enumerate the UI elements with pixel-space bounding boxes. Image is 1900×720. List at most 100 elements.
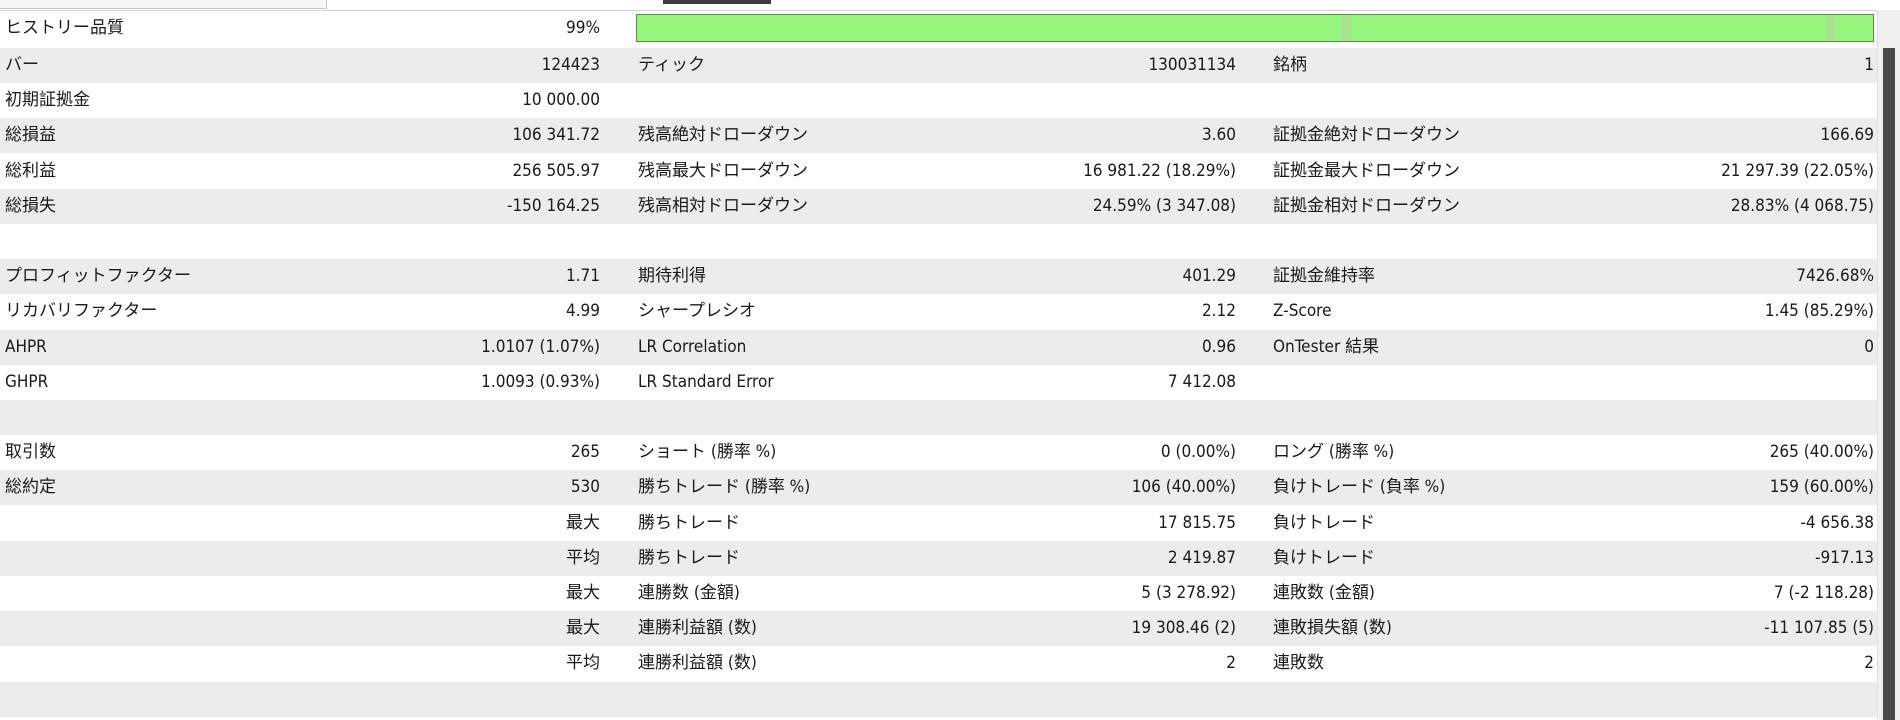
table-row: 最大 連勝数 (金額) 5 (3 278.92) 連敗数 (金額) 7 (-2 118.… <box>0 576 1878 611</box>
stat-label: 残高相対ドローダウン <box>638 196 808 216</box>
stat-value: 2 <box>1226 653 1236 673</box>
table-row: 最大 連勝利益額 (数) 19 308.46 (2) 連敗損失額 (数) -11 107… <box>0 611 1878 646</box>
stat-value: 7426.68% <box>1796 266 1874 286</box>
stat-label: 連勝数 (金額) <box>638 583 740 603</box>
stat-value <box>1036 83 1236 118</box>
stat-value: 401.29 <box>1182 266 1237 286</box>
stat-value <box>380 400 600 435</box>
table-row: 総損失 -150 164.25 残高相対ドローダウン 24.59% (3 347.08… <box>0 189 1878 224</box>
stat-value <box>1036 682 1236 717</box>
stat-value: 2 <box>1864 653 1874 673</box>
stat-label: リカバリファクター <box>5 301 158 321</box>
stat-value <box>380 224 600 259</box>
stat-value <box>1610 83 1874 118</box>
stat-label: 総損失 <box>5 196 56 216</box>
stat-value: 0 (0.00%) <box>1160 442 1236 462</box>
stat-value <box>380 682 600 717</box>
stat-value: 265 (40.00%) <box>1769 442 1874 462</box>
stat-value: 530 <box>570 477 600 497</box>
stat-value: 3.60 <box>1201 125 1236 145</box>
stat-label <box>5 682 405 717</box>
table-row <box>0 682 1878 717</box>
stat-value: 平均 <box>566 653 600 673</box>
stat-value: -4 656.38 <box>1800 513 1874 533</box>
stat-value: 166.69 <box>1820 125 1875 145</box>
stat-value: 2 419.87 <box>1167 548 1236 568</box>
tester-report-window: ヒストリー品質 99% バー 124423 ティック 130031134 銘柄 1 初期証拠… <box>0 0 1900 720</box>
stat-label: 取引数 <box>5 442 56 462</box>
stat-value: 17 815.75 <box>1158 513 1236 533</box>
stat-label <box>638 682 1098 717</box>
vertical-scrollbar[interactable] <box>1877 10 1900 720</box>
stat-label: 総約定 <box>5 477 56 497</box>
table-row <box>0 400 1878 435</box>
stat-value: 平均 <box>566 548 600 568</box>
stat-label <box>5 400 405 435</box>
stat-label: シャープレシオ <box>638 301 756 321</box>
stat-label <box>5 646 405 681</box>
stat-value: 265 <box>570 442 600 462</box>
table-row: 最大 勝ちトレード 17 815.75 負けトレード -4 656.38 <box>0 506 1878 541</box>
stat-label: GHPR <box>5 372 49 392</box>
tab-active-indicator[interactable] <box>663 0 771 4</box>
stat-value <box>1036 224 1236 259</box>
stat-label: 残高最大ドローダウン <box>638 161 808 181</box>
history-quality-bar <box>636 14 1874 42</box>
history-quality-value: 99% <box>566 18 600 38</box>
stat-value: 7 (-2 118.28) <box>1773 583 1874 603</box>
history-quality-label: ヒストリー品質 <box>5 18 124 38</box>
stat-value: 159 (60.00%) <box>1769 477 1874 497</box>
stat-value: 1.71 <box>565 266 600 286</box>
stat-value: 1.0093 (0.93%) <box>481 372 600 392</box>
stat-label <box>638 224 1098 259</box>
stat-value: 最大 <box>566 618 600 638</box>
stat-value: 10 000.00 <box>522 90 600 110</box>
stat-value: 5 (3 278.92) <box>1141 583 1236 603</box>
stat-label: 勝ちトレード (勝率 %) <box>638 477 811 497</box>
table-row: 平均 連勝利益額 (数) 2 連敗数 2 <box>0 646 1878 681</box>
quality-bar-tick <box>1825 15 1835 41</box>
table-row: プロフィットファクター 1.71 期待利得 401.29 証拠金維持率 7426.68% <box>0 259 1878 294</box>
stat-label: 総利益 <box>5 161 56 181</box>
stat-label <box>5 611 405 646</box>
stat-value: 106 341.72 <box>512 125 600 145</box>
stat-label <box>638 400 1098 435</box>
stat-value: 1.0107 (1.07%) <box>481 337 600 357</box>
table-row: 初期証拠金 10 000.00 <box>0 83 1878 118</box>
stat-value: 0 <box>1864 337 1874 357</box>
stat-label <box>5 576 405 611</box>
stat-value: -150 164.25 <box>506 196 600 216</box>
stat-value: 1 <box>1864 55 1874 75</box>
stat-label <box>638 83 1098 118</box>
stat-label: AHPR <box>5 337 47 357</box>
stat-value: 124423 <box>541 55 600 75</box>
stat-label: 初期証拠金 <box>5 90 90 110</box>
stat-label: 勝ちトレード <box>638 513 740 533</box>
table-row: 取引数 265 ショート (勝率 %) 0 (0.00%) ロング (勝率 %) 265 … <box>0 435 1878 470</box>
stat-label: LR Correlation <box>638 337 747 357</box>
tab-backtest[interactable] <box>0 0 327 9</box>
scrollbar-thumb[interactable] <box>1883 48 1895 720</box>
stat-value: 2.12 <box>1201 301 1236 321</box>
table-row: リカバリファクター 4.99 シャープレシオ 2.12 Z-Score 1.45 (85.… <box>0 294 1878 329</box>
stat-label: 総損益 <box>5 125 56 145</box>
table-row: 総損益 106 341.72 残高絶対ドローダウン 3.60 証拠金絶対ドローダウン 16… <box>0 118 1878 153</box>
stat-value: 1.45 (85.29%) <box>1764 301 1874 321</box>
stat-label: 連勝利益額 (数) <box>638 618 757 638</box>
stat-value: 19 308.46 (2) <box>1131 618 1236 638</box>
stat-label: LR Standard Error <box>638 372 774 392</box>
stat-value: -917.13 <box>1814 548 1874 568</box>
stat-label: 連勝利益額 (数) <box>638 653 757 673</box>
stat-value <box>1610 365 1874 400</box>
quality-bar-tick <box>1342 15 1352 41</box>
stat-value: 0.96 <box>1201 337 1236 357</box>
table-row: GHPR 1.0093 (0.93%) LR Standard Error 7 412… <box>0 365 1878 400</box>
table-row: AHPR 1.0107 (1.07%) LR Correlation 0.96 OnTe… <box>0 330 1878 365</box>
stat-value <box>1610 224 1874 259</box>
stat-value <box>1036 400 1236 435</box>
stat-label: 勝ちトレード <box>638 548 740 568</box>
stat-value: -11 107.85 (5) <box>1764 618 1874 638</box>
table-row: 総約定 530 勝ちトレード (勝率 %) 106 (40.00%) 負けトレード (負… <box>0 470 1878 505</box>
stat-label <box>5 541 405 576</box>
table-row <box>0 224 1878 259</box>
